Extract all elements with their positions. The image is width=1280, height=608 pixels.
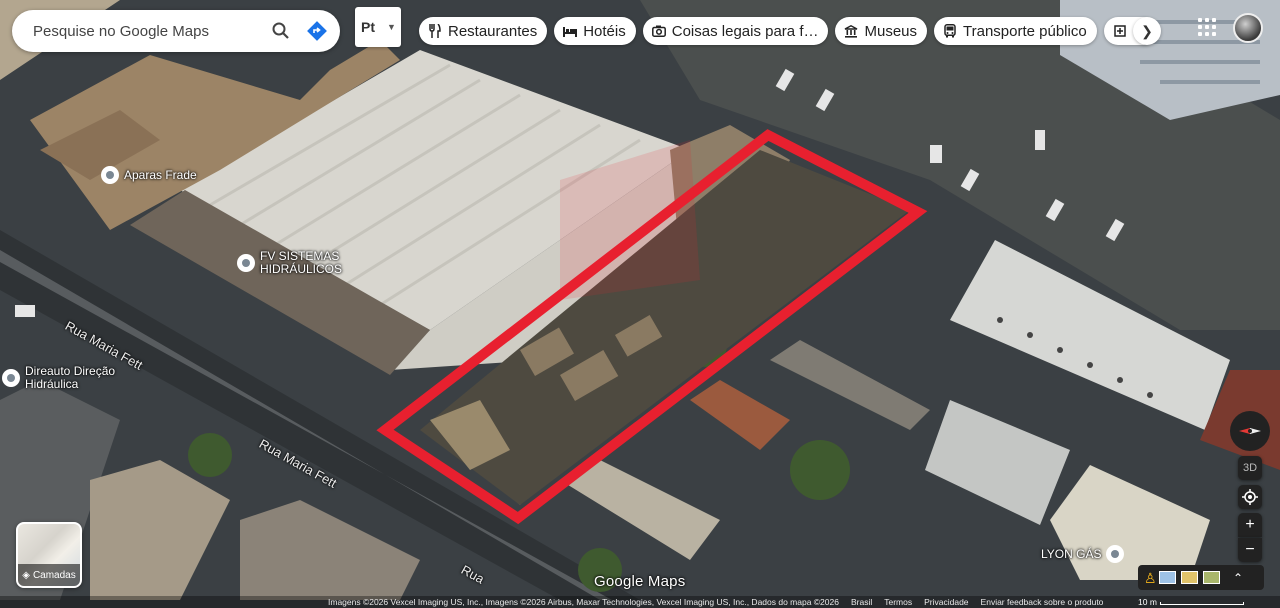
- museum-icon: [844, 24, 858, 38]
- layers-icon: ◈: [22, 569, 30, 581]
- poi-direauto[interactable]: Direauto Direção Hidráulica: [2, 365, 115, 391]
- chip-label: Hotéis: [583, 22, 626, 40]
- scale-label[interactable]: 10 m: [1138, 597, 1157, 607]
- chip-label: Restaurantes: [448, 22, 538, 40]
- chip-transit[interactable]: Transporte público: [934, 17, 1097, 45]
- street-view-bar: ♙ ⌃: [1138, 565, 1264, 590]
- account-avatar[interactable]: [1233, 13, 1263, 43]
- chip-things-to-do[interactable]: Coisas legais para f…: [642, 17, 829, 45]
- chip-museums[interactable]: Museus: [835, 17, 928, 45]
- poi-label: Direauto Direção Hidráulica: [25, 364, 116, 391]
- imagery-credits: Imagens ©2026 Vexcel Imaging US, Inc., I…: [328, 597, 839, 607]
- chevron-down-icon: ▼: [387, 22, 396, 32]
- zoom-out-button[interactable]: −: [1238, 538, 1262, 562]
- search-box[interactable]: Pesquise no Google Maps: [12, 10, 340, 52]
- camera-icon: [651, 24, 666, 38]
- category-chips: Restaurantes Hotéis Coisas legais para f…: [419, 17, 1157, 45]
- satellite-map[interactable]: Aparas Frade FV SISTEMAS HIDRÁULICOS Dire…: [0, 0, 1280, 608]
- directions-icon[interactable]: [304, 18, 330, 44]
- bus-icon: [943, 24, 957, 38]
- layers-label-bar: ◈ Camadas: [18, 564, 80, 586]
- chip-hotels[interactable]: Hotéis: [554, 17, 636, 45]
- poi-aparas-frade[interactable]: Aparas Frade: [101, 166, 197, 184]
- footer-feedback[interactable]: Enviar feedback sobre o produto: [981, 597, 1104, 607]
- tilt-3d-button[interactable]: 3D: [1238, 456, 1262, 480]
- footer-privacy[interactable]: Privacidade: [924, 597, 968, 607]
- bed-icon: [563, 24, 578, 38]
- chip-restaurants[interactable]: Restaurantes: [419, 17, 548, 45]
- my-location-icon[interactable]: [1238, 485, 1262, 509]
- search-icon[interactable]: [268, 18, 294, 44]
- fork-knife-icon: [428, 24, 442, 38]
- poi-pin-icon: [237, 254, 255, 272]
- search-input[interactable]: Pesquise no Google Maps: [33, 23, 268, 40]
- footer-terms[interactable]: Termos: [884, 597, 912, 607]
- poi-label: Aparas Frade: [124, 167, 197, 182]
- poi-pin-icon: [101, 166, 119, 184]
- chip-label: Transporte público: [963, 22, 1087, 40]
- compass-icon[interactable]: [1230, 411, 1270, 451]
- chevron-right-icon[interactable]: ❯: [1133, 17, 1161, 45]
- imagery-thumbnail[interactable]: [1181, 571, 1198, 584]
- pegman-icon[interactable]: ♙: [1144, 570, 1157, 586]
- imagery-thumbnail[interactable]: [1203, 571, 1220, 584]
- layers-label: Camadas: [32, 569, 76, 581]
- zoom-in-button[interactable]: +: [1238, 513, 1262, 537]
- pharmacy-icon: [1113, 24, 1127, 38]
- attribution-footer: Imagens ©2026 Vexcel Imaging US, Inc., I…: [0, 596, 1280, 608]
- poi-pin-icon: [1106, 545, 1125, 563]
- chevron-up-icon[interactable]: ⌃: [1233, 571, 1243, 585]
- footer-country[interactable]: Brasil: [851, 597, 872, 607]
- poi-lyon-gas[interactable]: LYON GÁS: [1041, 545, 1125, 563]
- chip-label: Museus: [864, 22, 918, 40]
- poi-label: LYON GÁS: [1041, 546, 1102, 561]
- chip-label: Coisas legais para f…: [671, 22, 819, 40]
- layers-button[interactable]: ◈ Camadas: [16, 522, 82, 588]
- google-maps-watermark: Google Maps: [594, 573, 686, 590]
- apps-grid-icon[interactable]: [1198, 18, 1216, 36]
- poi-fv-sistemas[interactable]: FV SISTEMAS HIDRÁULICOS: [237, 250, 342, 276]
- language-code: Pt: [361, 19, 375, 35]
- poi-label: FV SISTEMAS HIDRÁULICOS: [260, 249, 343, 276]
- poi-pin-icon: [2, 369, 20, 387]
- language-selector[interactable]: Pt ▼: [355, 7, 401, 47]
- scale-bar: [1160, 602, 1244, 605]
- imagery-thumbnail[interactable]: [1159, 571, 1176, 584]
- satellite-imagery: [0, 0, 1280, 608]
